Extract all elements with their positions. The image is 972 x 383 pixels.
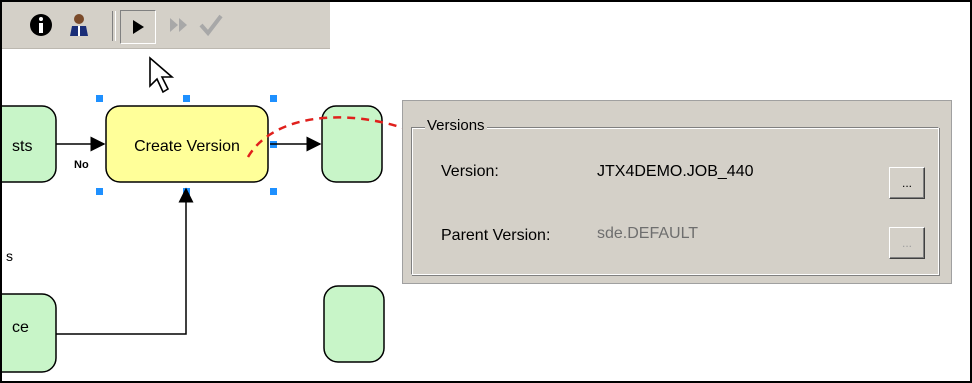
info-icon[interactable] [28,12,54,38]
run-icon [133,20,144,34]
workflow-node-left-top[interactable]: sts [2,105,57,183]
node-label: ce [12,319,29,336]
parent-version-label: Parent Version: [441,227,551,244]
node-label: Create Version [134,138,240,155]
workflow-edge [56,187,194,335]
toolbar-separator [112,11,116,41]
version-label: Version: [441,163,499,180]
workflow-toolbar [2,2,330,49]
screenshot-frame: sts No Create Version s ce Versions Vers… [0,0,972,383]
workflow-node-right-bottom[interactable] [323,285,385,363]
parent-version-value: sde.DEFAULT [597,225,699,242]
browse-parent-version-button[interactable]: ... [889,227,925,259]
edge-label-no: No [74,159,89,171]
browse-version-button[interactable]: ... [889,167,925,199]
workflow-node-create-version[interactable]: Create Version [105,105,269,183]
node-label: sts [12,138,32,155]
versions-panel: Versions Version: JTX4DEMO.JOB_440 ... P… [402,100,952,284]
versions-groupbox [411,127,939,275]
run-button[interactable] [120,10,156,44]
user-icon[interactable] [66,12,92,38]
workflow-node-left-bottom[interactable]: ce [2,293,57,373]
versions-group-title: Versions [425,117,487,134]
clipped-label: s [6,248,13,264]
checkmark-icon[interactable] [198,12,224,38]
version-value: JTX4DEMO.JOB_440 [597,163,754,180]
run-all-icon[interactable] [166,12,192,38]
